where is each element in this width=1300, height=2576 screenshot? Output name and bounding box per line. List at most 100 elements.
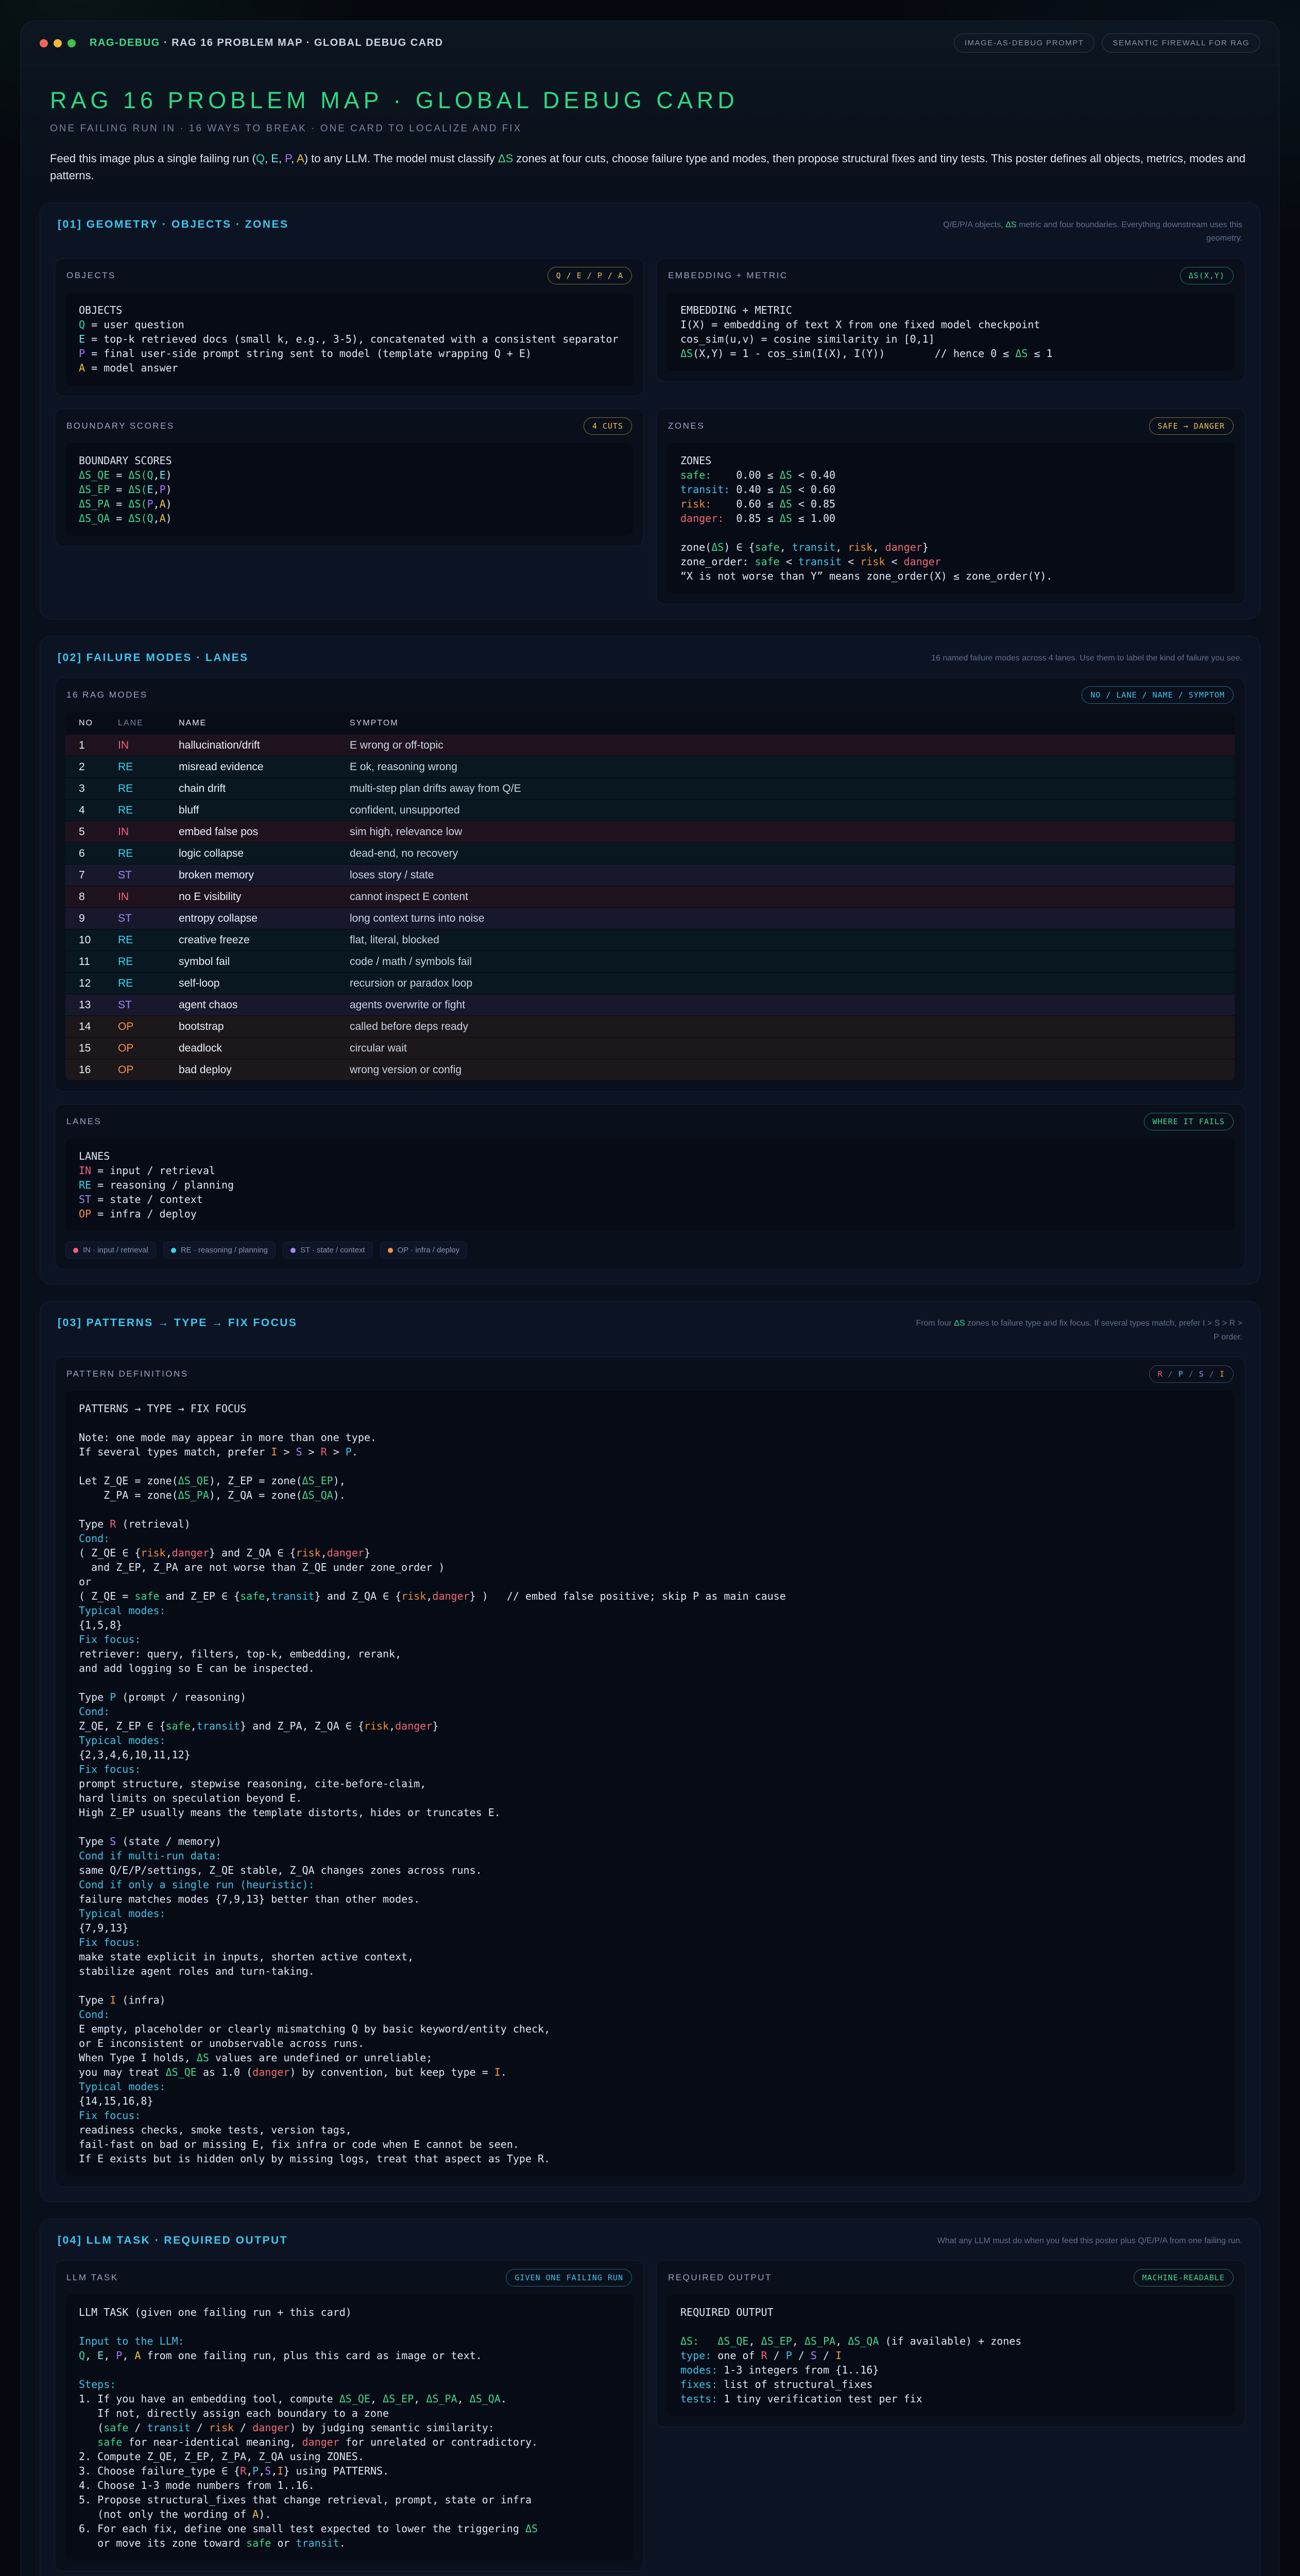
text-segment: ) by judging semantic similarity: <box>289 2421 494 2434</box>
text-segment: = state / context <box>91 1193 203 1206</box>
code-line: or E inconsistent or unobservable across… <box>79 2036 1221 2050</box>
text-segment: , <box>271 2465 277 2477</box>
text-segment: , <box>414 2393 426 2405</box>
text-segment: < <box>780 555 798 568</box>
column-header: SYMPTOM <box>350 719 1221 728</box>
text-segment: } and Z_QA ∈ { <box>315 1590 402 1602</box>
mode-number: 3 <box>79 783 118 795</box>
code-line: ΔS: ΔS_QE, ΔS_EP, ΔS_PA, ΔS_QA (if avail… <box>680 2334 1221 2348</box>
code-line <box>680 2319 1221 2334</box>
text-segment: safe <box>755 555 780 568</box>
window-close-button[interactable] <box>40 39 48 47</box>
text-segment: 16 named failure modes across 4 lanes. U… <box>931 654 1242 663</box>
mode-name: self-loop <box>179 977 350 990</box>
code-line: Q, E, P, A from one failing run, plus th… <box>79 2348 620 2363</box>
titlebar-badges: IMAGE-AS-DEBUG PROMPT SEMANTIC FIREWALL … <box>954 33 1260 53</box>
code-line: ΔS(X,Y) = 1 - cos_sim(I(X), I(Y)) // hen… <box>680 346 1221 361</box>
badge-semantic-firewall[interactable]: SEMANTIC FIREWALL FOR RAG <box>1102 33 1260 53</box>
text-segment: I <box>277 2465 283 2477</box>
code-line: Type S (state / memory) <box>79 1834 1221 1849</box>
text-segment: < 0.60 <box>792 483 835 496</box>
table-row: 16OPbad deploywrong version or config <box>65 1059 1235 1081</box>
code-line <box>79 1978 1221 1993</box>
lane-legend-chip: RE · reasoning / planning <box>163 1242 276 1259</box>
objects-code-block: OBJECTSQ = user questionE = top-k retrie… <box>65 293 633 385</box>
text-segment: S <box>811 2349 817 2362</box>
code-line: (not only the wording of A). <box>79 2507 620 2521</box>
text-segment: , <box>153 483 160 496</box>
code-line: ΔS_EP = ΔS(E,P) <box>79 482 620 497</box>
text-segment: } and Z_QA ∈ { <box>209 1547 296 1559</box>
mode-name: embed false pos <box>179 826 350 838</box>
text-segment: retriever: query, filters, top-k, embedd… <box>79 1648 401 1660</box>
window-maximize-button[interactable] <box>67 39 76 47</box>
text-segment: safe <box>166 1720 191 1732</box>
text-segment: safe <box>104 2421 128 2434</box>
text-segment: ΔS( <box>128 498 147 510</box>
table-row: 11REsymbol failcode / math / symbols fai… <box>65 951 1235 973</box>
code-line: Type I (infra) <box>79 1993 1221 2007</box>
code-line: {2,3,4,6,10,11,12} <box>79 1748 1221 1762</box>
text-segment: ΔS( <box>128 483 147 496</box>
code-line: and Z_EP, Z_PA are not worse than Z_QE u… <box>79 1560 1221 1574</box>
badge-image-as-debug-prompt[interactable]: IMAGE-AS-DEBUG PROMPT <box>954 33 1095 53</box>
table-row: 6RElogic collapsedead-end, no recovery <box>65 843 1235 865</box>
text-segment: transit <box>147 2421 190 2434</box>
text-segment: I(X) = embedding of text X from one fixe… <box>680 318 1040 331</box>
text-segment: = infra / deploy <box>91 1208 197 1220</box>
text-segment: P <box>1178 1369 1184 1379</box>
text-segment: GIVEN ONE FAILING RUN <box>515 2273 623 2282</box>
mode-symptom: cannot inspect E content <box>350 891 1221 903</box>
panel-pattern-definitions-badge: R / P / S / I <box>1149 1365 1234 1383</box>
text-segment: , <box>835 2335 848 2347</box>
lane-legend-label: ST · state / context <box>300 1246 365 1255</box>
mode-number: 1 <box>79 739 118 752</box>
text-segment: ΔS_PA <box>178 1489 209 1501</box>
text-segment: . <box>501 2393 507 2405</box>
mode-name: entropy collapse <box>179 912 350 925</box>
code-line: Fix focus: <box>79 1632 1221 1647</box>
text-segment: = model answer <box>85 362 178 374</box>
code-line: Z_PA = zone(ΔS_PA), Z_QA = zone(ΔS_QA). <box>79 1488 1221 1502</box>
text-segment: ΔS_EP <box>79 483 110 496</box>
code-line: fail-fast on bad or missing E, fix infra… <box>79 2137 1221 2151</box>
text-segment: I <box>494 2066 501 2078</box>
text-segment: , <box>265 152 271 165</box>
text-segment: } <box>922 541 929 553</box>
text-segment: > <box>277 1446 296 1458</box>
text-segment: = <box>110 483 128 496</box>
text-segment: type: <box>680 2349 711 2362</box>
mode-name: hallucination/drift <box>179 739 350 752</box>
text-segment: tests: <box>680 2393 717 2405</box>
mode-lane: ST <box>118 869 179 882</box>
text-segment: ΔS: <box>680 2335 699 2347</box>
text-segment: {2,3,4,6,10,11,12} <box>79 1749 191 1761</box>
code-line: (safe / transit / risk / danger) by judg… <box>79 2420 620 2435</box>
text-segment: Z_PA = zone( <box>79 1489 178 1501</box>
text-segment: } using PATTERNS. <box>283 2465 389 2477</box>
mode-symptom: agents overwrite or fight <box>350 999 1221 1011</box>
text-segment: S <box>1199 1369 1204 1379</box>
text-segment: fail-fast on bad or missing E, fix infra… <box>79 2138 519 2150</box>
text-segment: > <box>302 1446 321 1458</box>
code-line: Input to the LLM: <box>79 2334 620 2348</box>
code-line: hard limits on speculation beyond E. <box>79 1791 1221 1805</box>
mode-lane: OP <box>118 1021 179 1033</box>
text-segment: ΔS <box>954 1319 965 1328</box>
window-minimize-button[interactable] <box>54 39 62 47</box>
panel-zones-badge: SAFE → DANGER <box>1149 417 1234 435</box>
text-segment: and add logging so E can be inspected. <box>79 1662 315 1674</box>
panel-required-output: REQUIRED OUTPUT MACHINE-READABLE REQUIRE… <box>656 2260 1245 2427</box>
text-segment: P <box>346 1446 352 1458</box>
lane-dot-icon <box>171 1248 176 1253</box>
panel-llm-task-badge: GIVEN ONE FAILING RUN <box>506 2269 632 2286</box>
text-segment: / <box>128 2421 147 2434</box>
text-segment: ΔS_QA <box>79 512 110 524</box>
text-segment: risk <box>860 555 885 568</box>
text-segment: . <box>352 1446 358 1458</box>
table-row: 8INno E visibilitycannot inspect E conte… <box>65 886 1235 908</box>
text-segment: danger <box>302 2436 339 2448</box>
mode-lane: IN <box>118 826 179 838</box>
text-segment: danger <box>252 2066 289 2078</box>
text-segment: and Z_EP, Z_PA are not worse than Z_QE u… <box>79 1561 444 1573</box>
